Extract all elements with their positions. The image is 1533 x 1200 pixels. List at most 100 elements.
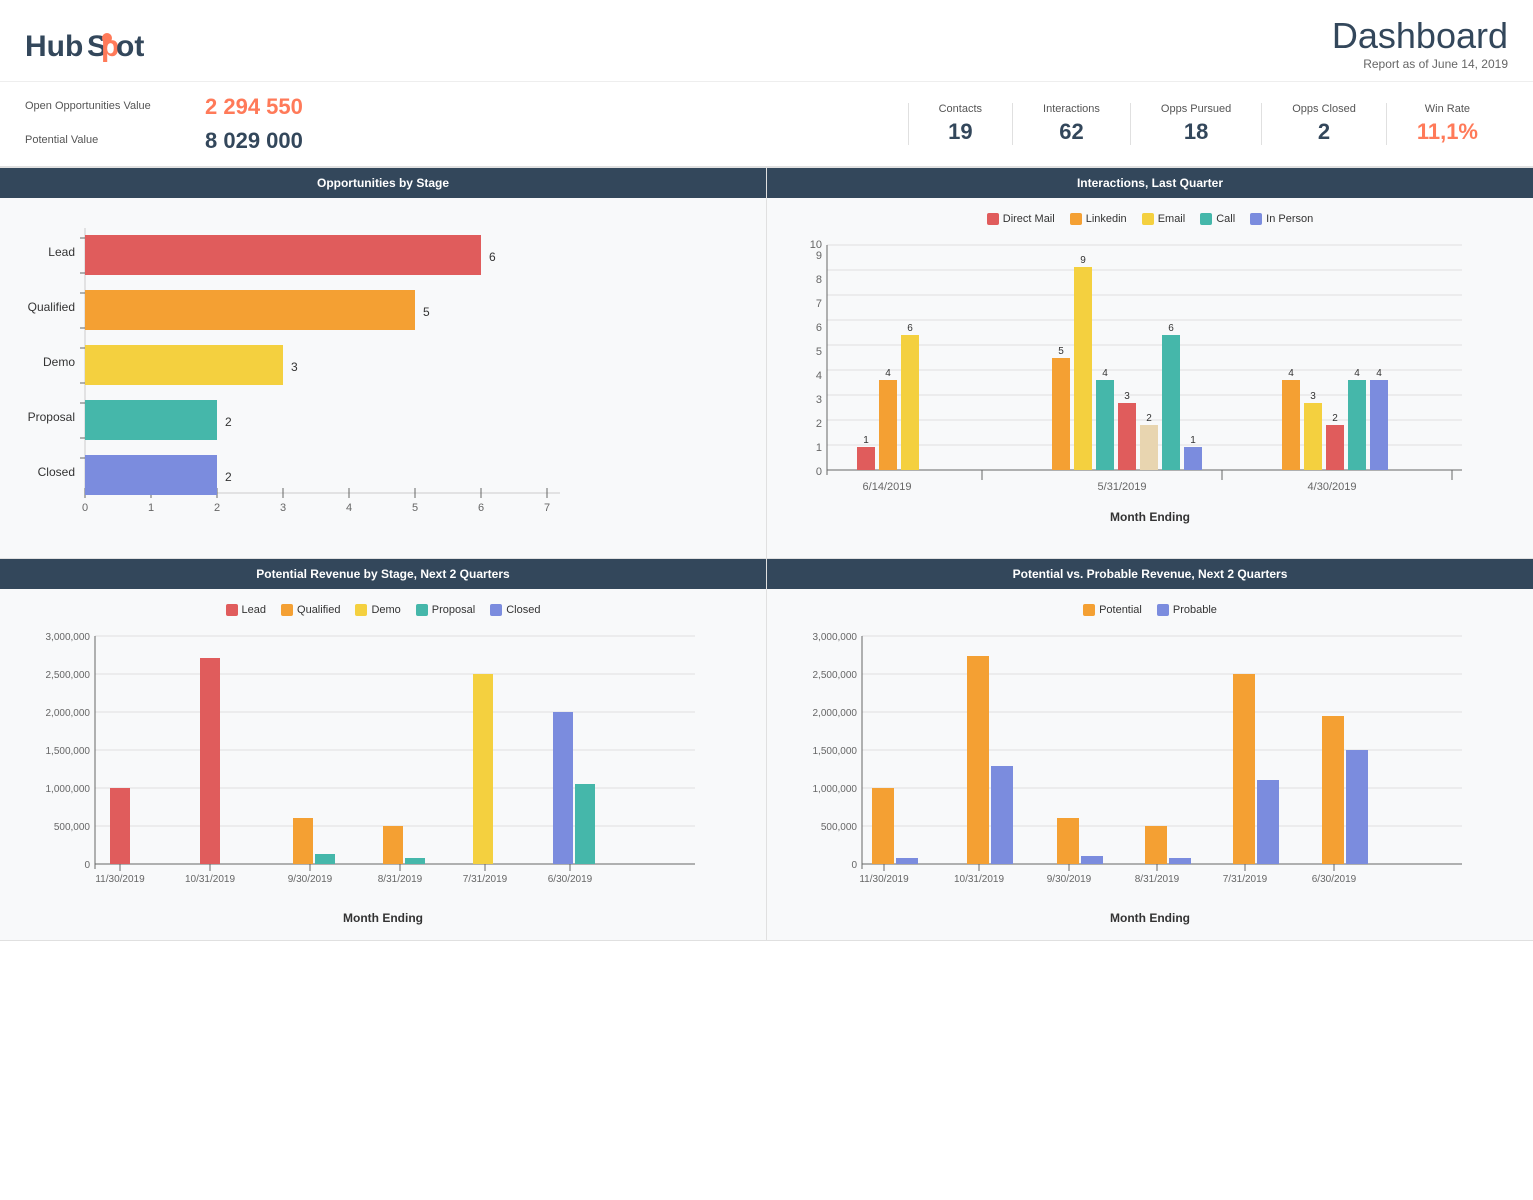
opps-by-stage-panel: Opportunities by Stage Lead Qualified De… xyxy=(0,168,767,558)
svg-text:3: 3 xyxy=(816,394,822,406)
potential-rev-header: Potential Revenue by Stage, Next 2 Quart… xyxy=(0,559,766,589)
legend-label-email: Email xyxy=(1158,213,1186,225)
header: Hub S p ot Dashboard Report as of June 1… xyxy=(0,0,1533,82)
svg-text:10/31/2019: 10/31/2019 xyxy=(954,874,1004,885)
legend-dot-call xyxy=(1200,213,1212,225)
svg-text:1: 1 xyxy=(816,442,822,454)
svg-text:11/30/2019: 11/30/2019 xyxy=(95,874,145,885)
lead-bar xyxy=(85,235,481,275)
svg-text:4: 4 xyxy=(1102,368,1108,379)
contacts-metric: Contacts 19 xyxy=(908,103,1012,145)
svg-text:6/30/2019: 6/30/2019 xyxy=(548,874,593,885)
svg-text:2,000,000: 2,000,000 xyxy=(46,708,91,719)
win-rate-metric: Win Rate 11,1% xyxy=(1386,103,1508,145)
svg-text:1: 1 xyxy=(863,435,869,446)
potential-rev-panel: Potential Revenue by Stage, Next 2 Quart… xyxy=(0,559,767,940)
legend-label-lead: Lead xyxy=(242,604,266,616)
legend-lead-rev: Lead xyxy=(226,604,266,616)
svg-text:4: 4 xyxy=(1288,368,1294,379)
svg-text:0: 0 xyxy=(82,502,88,514)
pvp-x-label: Month Ending xyxy=(782,911,1518,925)
opps-pursued-label: Opps Pursued xyxy=(1161,103,1231,115)
svg-text:Proposal: Proposal xyxy=(28,410,75,424)
svg-text:5: 5 xyxy=(816,346,822,358)
svg-text:6/30/2019: 6/30/2019 xyxy=(1312,874,1357,885)
interactions-metric: Interactions 62 xyxy=(1012,103,1130,145)
svg-text:10: 10 xyxy=(810,239,822,251)
svg-text:9: 9 xyxy=(1080,255,1086,266)
svg-text:2: 2 xyxy=(1146,413,1152,424)
opps-pursued-value: 18 xyxy=(1161,119,1231,145)
svg-text:Qualified: Qualified xyxy=(28,300,75,314)
svg-text:5: 5 xyxy=(1058,346,1064,357)
svg-text:500,000: 500,000 xyxy=(54,822,91,833)
opps-pursued-metric: Opps Pursued 18 xyxy=(1130,103,1261,145)
interactions-value: 62 xyxy=(1043,119,1100,145)
legend-dot-direct-mail xyxy=(987,213,999,225)
svg-text:2: 2 xyxy=(214,502,220,514)
legend-label-linkedin: Linkedin xyxy=(1086,213,1127,225)
open-opps-value: 2 294 550 xyxy=(205,94,303,120)
opps-bar-chart: Lead Qualified Demo Proposal Closed xyxy=(20,218,580,518)
svg-text:1: 1 xyxy=(148,502,154,514)
potential-label: Potential Value xyxy=(25,134,205,146)
interactions-chart-content: Direct Mail Linkedin Email Call In Perso… xyxy=(767,198,1533,558)
potential-vs-probable-header: Potential vs. Probable Revenue, Next 2 Q… xyxy=(767,559,1533,589)
proposal-bar xyxy=(85,400,217,440)
interactions-bar-chart: 0 1 2 3 4 5 6 7 8 9 10 1 xyxy=(782,235,1482,505)
svg-text:3: 3 xyxy=(1124,391,1130,402)
svg-text:8: 8 xyxy=(816,274,822,286)
demo-bar xyxy=(85,345,283,385)
interactions-x-label: Month Ending xyxy=(782,510,1518,524)
metrics-right: Contacts 19 Interactions 62 Opps Pursued… xyxy=(908,103,1508,145)
svg-text:5: 5 xyxy=(412,502,418,514)
svg-text:Hub: Hub xyxy=(25,30,83,63)
legend-qualified-rev: Qualified xyxy=(281,604,340,616)
legend-label-qualified: Qualified xyxy=(297,604,340,616)
pvp-legend: Potential Probable xyxy=(782,604,1518,616)
potential-rev-chart: 3,000,000 2,500,000 2,000,000 1,500,000 … xyxy=(15,626,715,906)
svg-text:1,500,000: 1,500,000 xyxy=(46,746,91,757)
legend-dot-lead xyxy=(226,604,238,616)
svg-text:Closed: Closed xyxy=(38,465,75,479)
svg-text:2: 2 xyxy=(225,415,232,429)
potential-row: Potential Value 8 029 000 xyxy=(25,128,908,154)
legend-demo-rev: Demo xyxy=(355,604,400,616)
potential-value: 8 029 000 xyxy=(205,128,303,154)
opps-chart-header: Opportunities by Stage xyxy=(0,168,766,198)
svg-text:2: 2 xyxy=(1332,413,1338,424)
svg-text:0: 0 xyxy=(851,860,857,871)
legend-label-probable: Probable xyxy=(1173,604,1217,616)
legend-dot-demo xyxy=(355,604,367,616)
interactions-panel: Interactions, Last Quarter Direct Mail L… xyxy=(767,168,1533,558)
svg-text:0: 0 xyxy=(816,466,822,478)
potential-vs-probable-content: Potential Probable 3,000,000 xyxy=(767,589,1533,940)
opps-closed-value: 2 xyxy=(1292,119,1356,145)
svg-text:3: 3 xyxy=(291,360,298,374)
svg-text:1,000,000: 1,000,000 xyxy=(813,784,858,795)
svg-text:8/31/2019: 8/31/2019 xyxy=(1135,874,1180,885)
svg-text:7: 7 xyxy=(544,502,550,514)
svg-text:3: 3 xyxy=(280,502,286,514)
svg-text:10/31/2019: 10/31/2019 xyxy=(185,874,235,885)
interactions-label: Interactions xyxy=(1043,103,1100,115)
svg-text:5/31/2019: 5/31/2019 xyxy=(1098,481,1147,493)
svg-text:2,500,000: 2,500,000 xyxy=(813,670,858,681)
legend-dot-probable xyxy=(1157,604,1169,616)
interactions-legend: Direct Mail Linkedin Email Call In Perso… xyxy=(782,213,1518,225)
legend-dot-email xyxy=(1142,213,1154,225)
svg-text:4: 4 xyxy=(885,368,891,379)
svg-text:6/14/2019: 6/14/2019 xyxy=(863,481,912,493)
closed-bar xyxy=(85,455,217,495)
svg-text:9/30/2019: 9/30/2019 xyxy=(288,874,333,885)
win-rate-value: 11,1% xyxy=(1417,119,1478,145)
metrics-bar: Open Opportunities Value 2 294 550 Poten… xyxy=(0,82,1533,168)
svg-text:4: 4 xyxy=(346,502,352,514)
legend-dot-proposal xyxy=(416,604,428,616)
top-chart-row: Opportunities by Stage Lead Qualified De… xyxy=(0,168,1533,559)
svg-text:6: 6 xyxy=(816,322,822,334)
svg-text:4/30/2019: 4/30/2019 xyxy=(1308,481,1357,493)
svg-text:7/31/2019: 7/31/2019 xyxy=(463,874,508,885)
svg-text:4: 4 xyxy=(1376,368,1382,379)
svg-text:500,000: 500,000 xyxy=(821,822,858,833)
